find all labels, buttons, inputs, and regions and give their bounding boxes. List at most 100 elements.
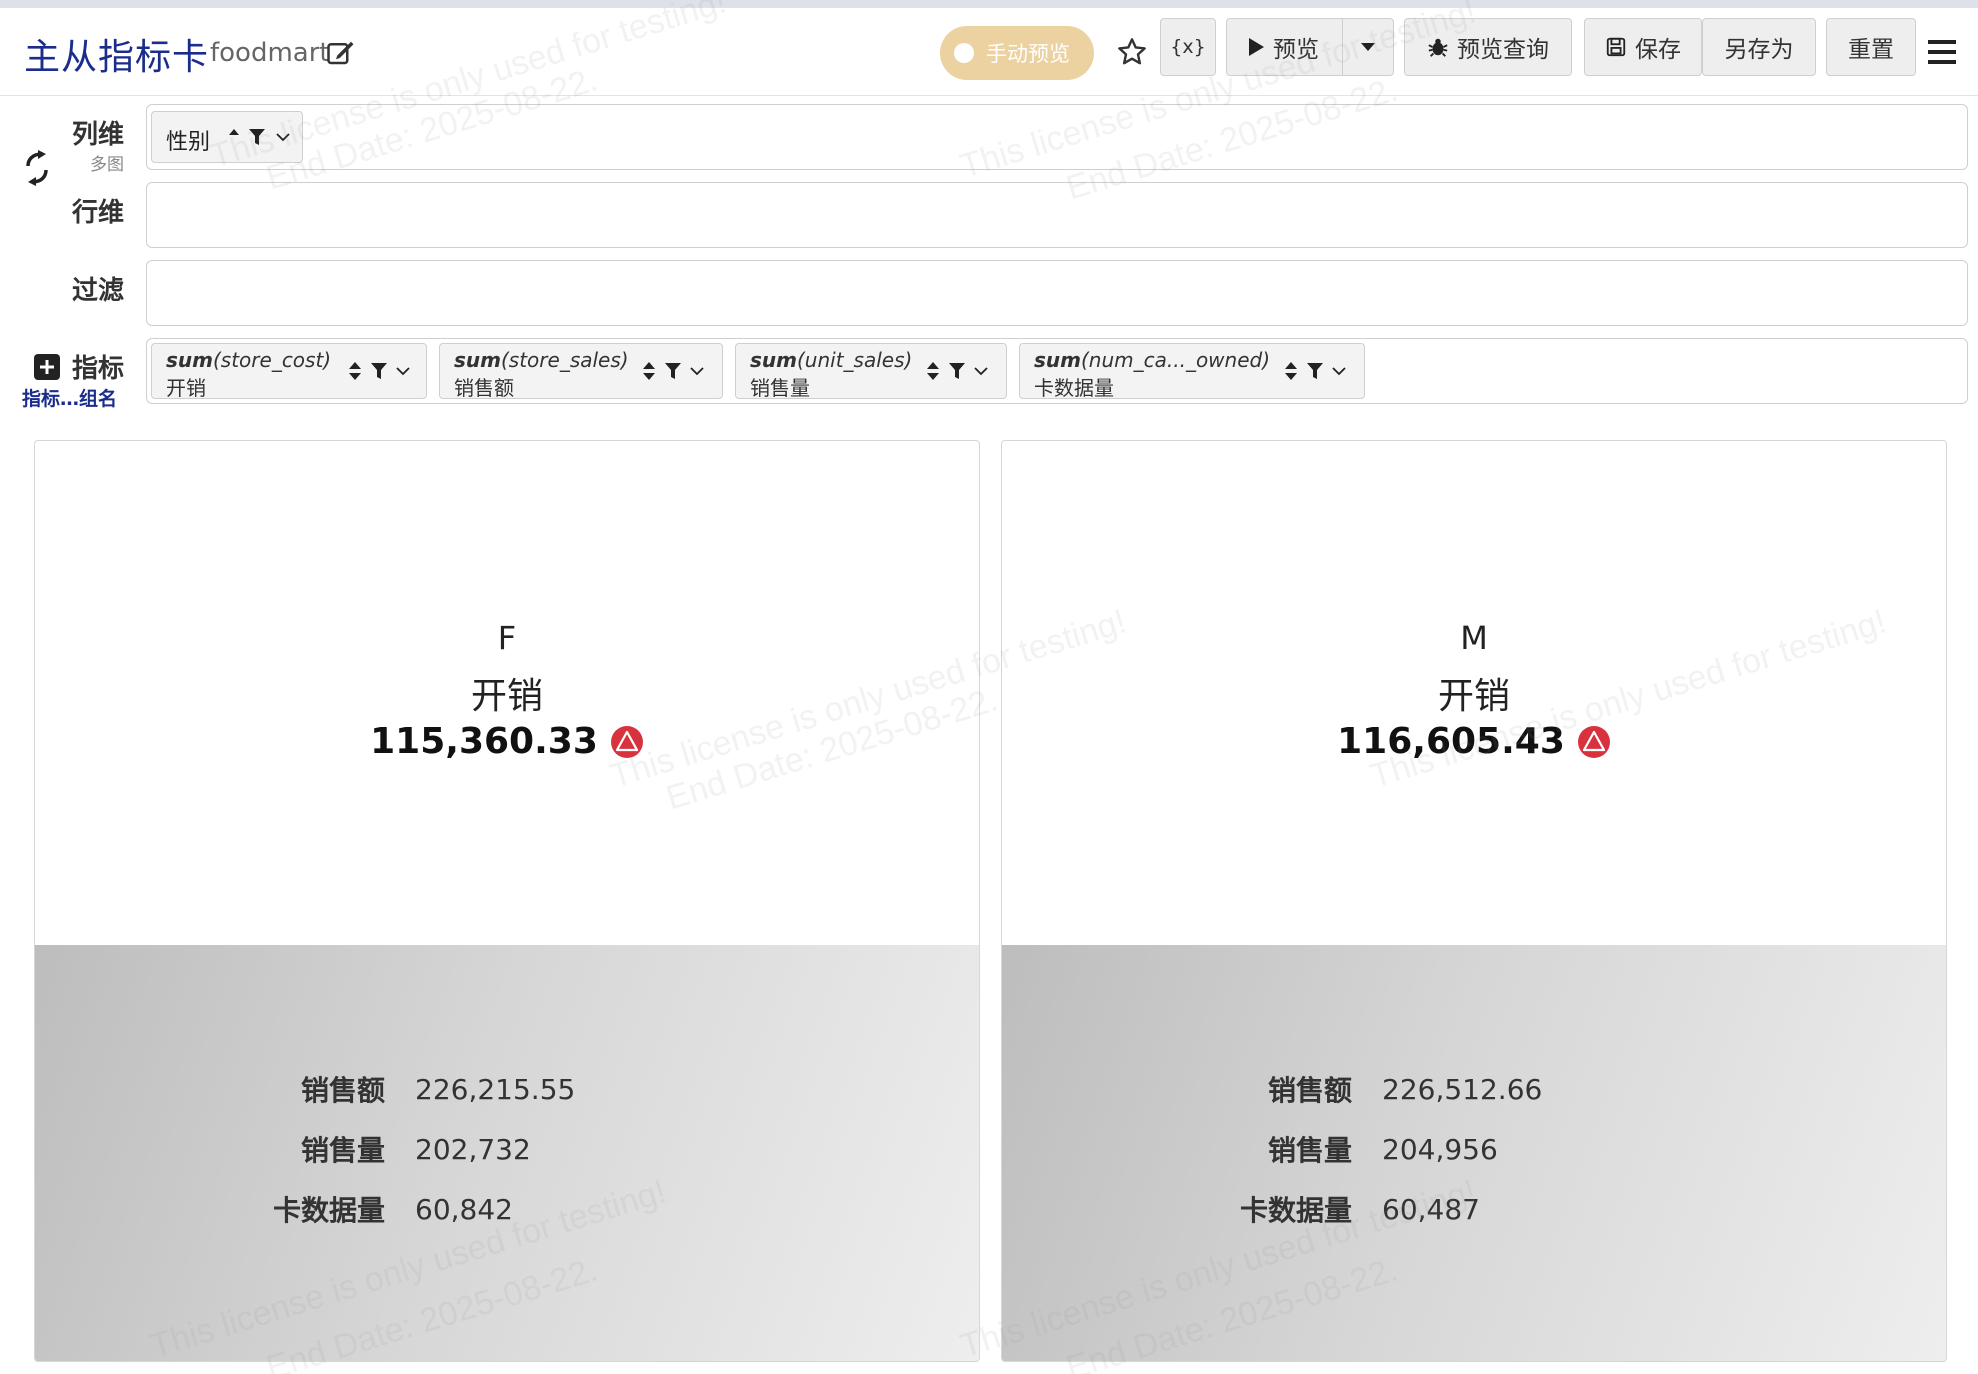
card-sub-area: 销售额 226,215.55 销售量 202,732 卡数据量 60,842: [35, 945, 979, 1361]
datasource-name: foodmart: [210, 38, 330, 68]
bug-icon: [1428, 38, 1448, 57]
warning-icon: [610, 725, 643, 758]
metric-chip-expr: sum(store_cost): [166, 348, 332, 372]
save-icon: [1606, 37, 1626, 57]
filter-dropzone[interactable]: [146, 260, 1968, 326]
metric-chip-expr: sum(store_sales): [454, 348, 629, 372]
main-value: 116,605.43: [1337, 721, 1565, 762]
sub-metric-row: 销售额 226,512.66: [1142, 1069, 1542, 1109]
metric-dropzone[interactable]: sum(store_cost) 开销 sum(store_sales) 销售额 …: [146, 338, 1968, 404]
card-main-area: F 开销 115,360.33: [35, 441, 979, 945]
edit-icon[interactable]: [326, 38, 356, 68]
chevron-down-icon[interactable]: [396, 366, 410, 376]
card-main-metric-name: 开销: [470, 676, 543, 717]
filter-icon[interactable]: [370, 362, 388, 380]
chip-controls: [1284, 360, 1346, 382]
row-dim-label: 行维: [71, 198, 124, 228]
filter-icon[interactable]: [664, 362, 682, 380]
metric-chip-store-sales[interactable]: sum(store_sales) 销售额: [439, 343, 723, 400]
metric-card-f[interactable]: F 开销 115,360.33 销售额 226,215.55 销售量 202,7…: [34, 440, 980, 1362]
play-icon: [1249, 38, 1264, 56]
metric-chip-alias: 开销: [166, 376, 206, 400]
preview-query-label: 预览查询: [1457, 37, 1549, 63]
save-as-label: 另存为: [1724, 37, 1794, 63]
sort-icon[interactable]: [926, 360, 940, 382]
metric-chip-store-cost[interactable]: sum(store_cost) 开销: [151, 343, 427, 400]
filter-icon[interactable]: [1306, 362, 1324, 380]
sub-metric-name: 销售量: [1267, 1134, 1352, 1167]
sub-metric-value: 60,487: [1382, 1192, 1480, 1226]
card-main-metric-value: 115,360.33: [35, 721, 979, 762]
preview-query-button[interactable]: 预览查询: [1404, 18, 1572, 76]
warning-icon: [1577, 725, 1610, 758]
chip-label: 性别: [166, 130, 211, 155]
save-label: 保存: [1635, 37, 1681, 63]
metric-chip-alias: 销售量: [750, 376, 810, 400]
chevron-down-icon[interactable]: [690, 366, 704, 376]
column-dim-dropzone[interactable]: 性别: [146, 104, 1968, 170]
reset-label: 重置: [1848, 37, 1894, 63]
sub-metric-name: 卡数据量: [272, 1194, 385, 1227]
metric-chip-alias: 销售额: [454, 376, 514, 400]
sub-metric-row: 卡数据量 60,487: [1142, 1189, 1480, 1229]
column-dim-sub[interactable]: 多图: [70, 150, 124, 175]
sub-metric-name: 销售额: [300, 1074, 385, 1107]
card-dimension-value: M: [1460, 619, 1488, 657]
filter-icon[interactable]: [948, 362, 966, 380]
metric-chip-expr: sum(unit_sales): [750, 348, 913, 372]
sub-metric-name: 销售量: [300, 1134, 385, 1167]
filter-icon[interactable]: [248, 128, 266, 146]
sort-icon[interactable]: [1284, 360, 1298, 382]
sort-icon[interactable]: [348, 360, 362, 382]
sub-metric-value: 226,512.66: [1382, 1072, 1543, 1106]
chip-controls: [642, 360, 704, 382]
main-value: 115,360.33: [370, 721, 598, 762]
sub-metric-name: 销售额: [1267, 1074, 1352, 1107]
metric-chip-expr: sum(num_ca..._owned): [1034, 348, 1271, 372]
card-sub-area: 销售额 226,512.66 销售量 204,956 卡数据量 60,487: [1002, 945, 1946, 1361]
save-button[interactable]: 保存: [1584, 18, 1702, 76]
card-dimension-value: F: [497, 619, 517, 657]
chevron-down-icon[interactable]: [974, 366, 988, 376]
column-dim-label: 列维: [71, 120, 124, 150]
chevron-down-icon[interactable]: [276, 132, 290, 142]
sub-metric-row: 卡数据量 60,842: [175, 1189, 513, 1229]
header: 主从指标卡 foodmart 手动预览 {x} 预览 预览查询 保存 另存为 重…: [0, 8, 1978, 96]
top-stripe: [0, 0, 1978, 8]
plus-square-icon[interactable]: [34, 354, 60, 380]
metric-card-m[interactable]: M 开销 116,605.43 销售额 226,512.66 销售量 204,9…: [1001, 440, 1947, 1362]
menu-icon[interactable]: [1926, 38, 1958, 66]
preview-label: 预览: [1273, 37, 1319, 63]
sub-metric-row: 销售量 204,956: [1142, 1129, 1498, 1169]
sort-icon[interactable]: [642, 360, 656, 382]
toggle-knob: [954, 43, 974, 63]
card-main-area: M 开销 116,605.43: [1002, 441, 1946, 945]
reset-button[interactable]: 重置: [1826, 18, 1916, 76]
manual-preview-toggle[interactable]: 手动预览: [940, 26, 1094, 80]
sub-metric-value: 202,732: [415, 1132, 531, 1166]
metric-chip-alias: 卡数据量: [1034, 376, 1114, 400]
variable-button[interactable]: {x}: [1160, 18, 1216, 76]
metric-group-name[interactable]: 指标…组名: [22, 384, 117, 411]
toggle-label: 手动预览: [986, 42, 1070, 66]
row-dim-dropzone[interactable]: [146, 182, 1968, 248]
chip-controls: [348, 360, 410, 382]
swap-icon[interactable]: [22, 150, 52, 186]
chip-controls: [926, 360, 988, 382]
sub-metric-value: 60,842: [415, 1192, 513, 1226]
chevron-down-icon[interactable]: [1332, 366, 1346, 376]
sort-asc-icon[interactable]: [228, 128, 240, 136]
save-as-button[interactable]: 另存为: [1702, 18, 1816, 76]
sub-metric-name: 卡数据量: [1239, 1194, 1352, 1227]
star-icon[interactable]: [1116, 36, 1148, 68]
caret-down-icon[interactable]: [1360, 42, 1376, 52]
metric-chip-unit-sales[interactable]: sum(unit_sales) 销售量: [735, 343, 1007, 400]
sub-metric-row: 销售量 202,732: [175, 1129, 531, 1169]
metric-chip-num-cars-owned[interactable]: sum(num_ca..._owned) 卡数据量: [1019, 343, 1365, 400]
sub-metric-value: 226,215.55: [415, 1072, 576, 1106]
card-main-metric-name: 开销: [1437, 676, 1510, 717]
filter-label: 过滤: [71, 276, 124, 306]
card-main-metric-value: 116,605.43: [1002, 721, 1946, 762]
column-chip-gender[interactable]: 性别: [151, 111, 303, 163]
sub-metric-value: 204,956: [1382, 1132, 1498, 1166]
